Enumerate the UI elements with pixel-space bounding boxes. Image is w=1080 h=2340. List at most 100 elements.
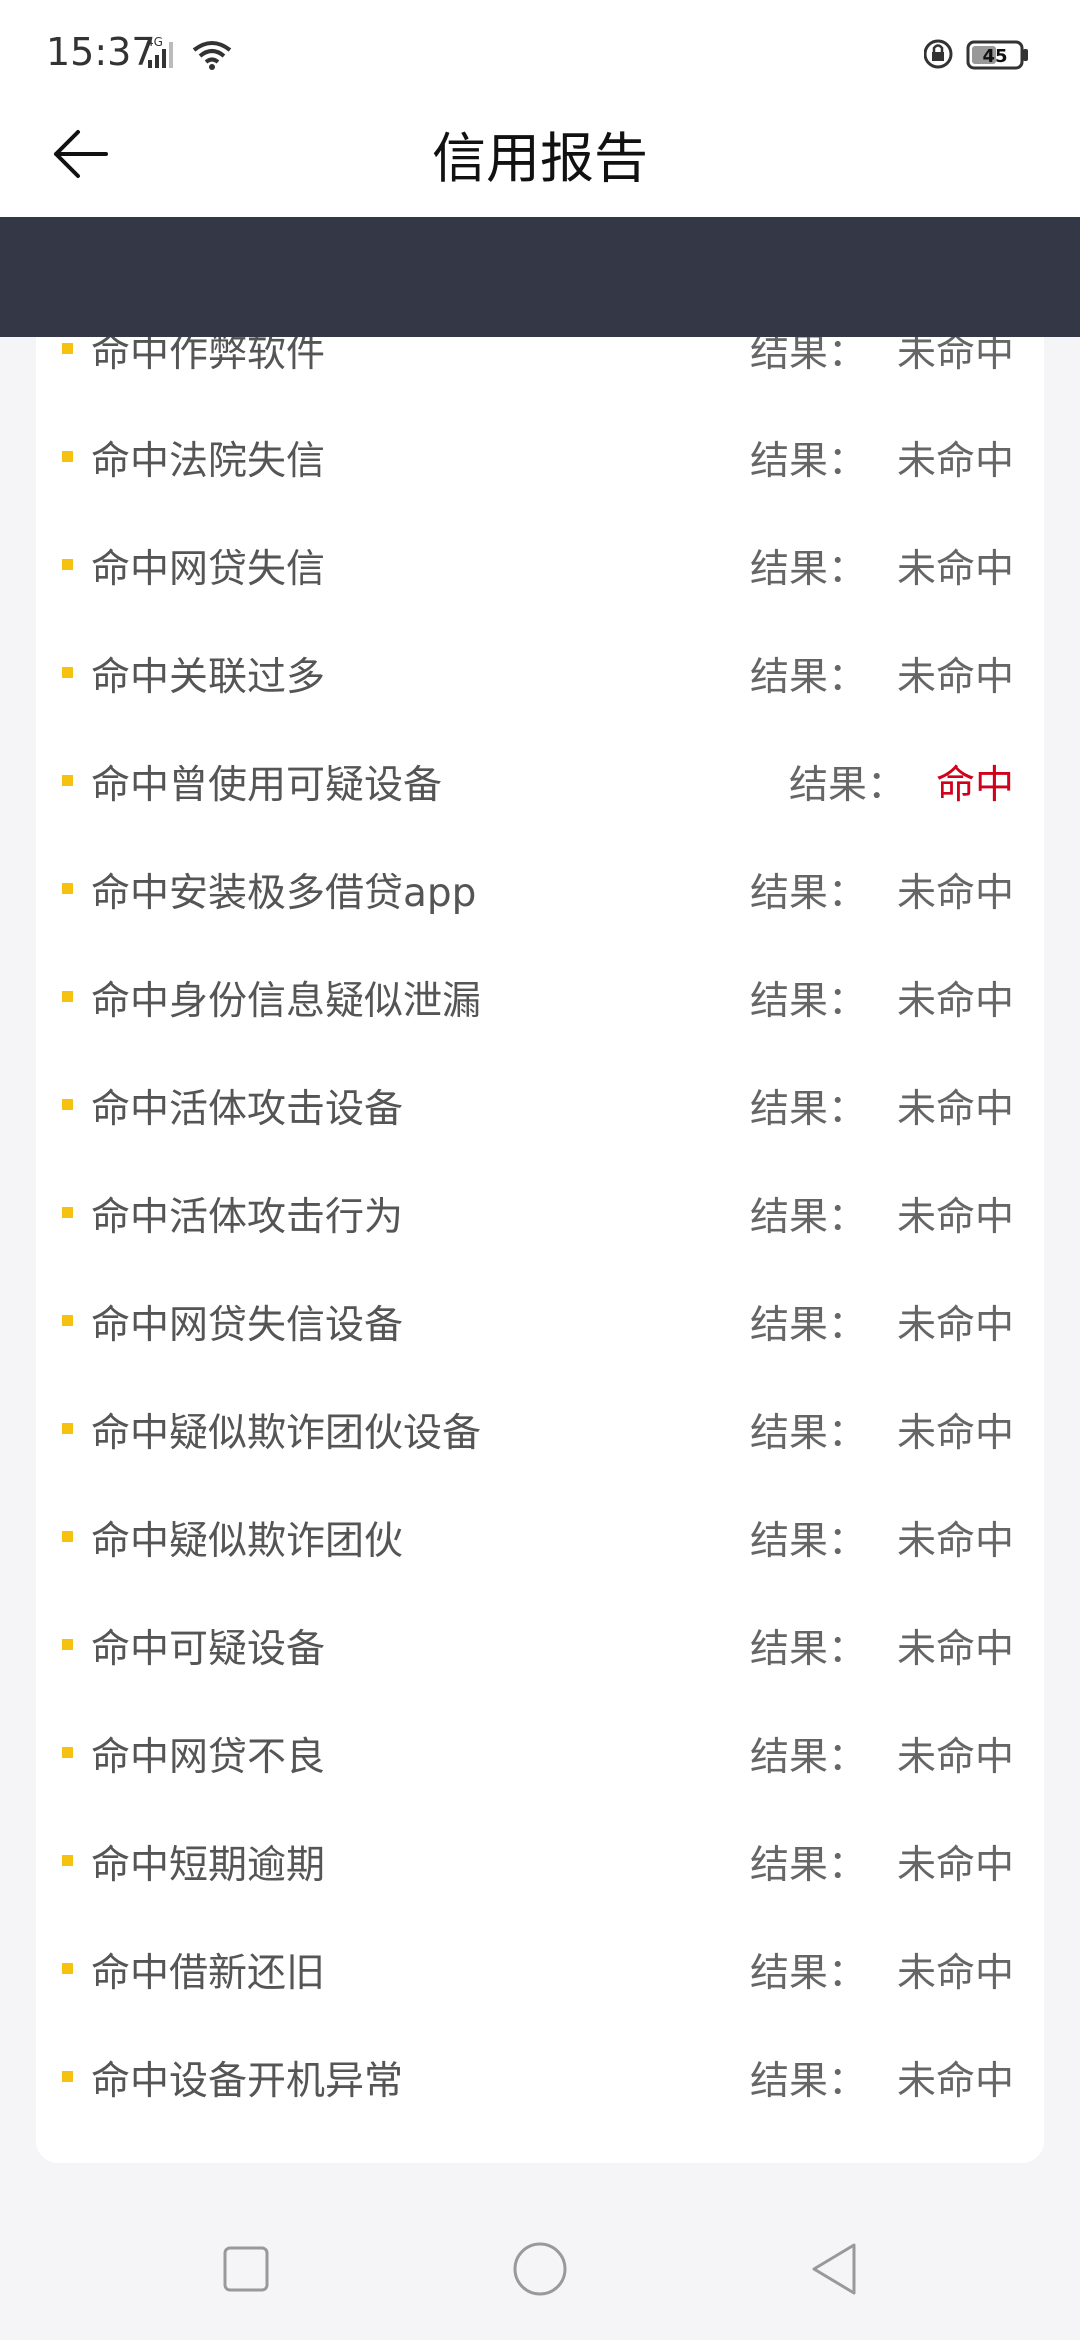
list-item: 命中关联过多 结果： 未命中 (36, 616, 1044, 724)
result-label: 结果： (749, 979, 867, 1024)
bullet-square-icon (62, 1963, 73, 1974)
item-result: 结果： 未命中 (750, 1078, 1014, 1134)
list-item: 命中身份信息疑似泄漏 结果： 未命中 (36, 940, 1044, 1048)
list-item: 命中疑似欺诈团伙 结果： 未命中 (36, 1480, 1044, 1588)
result-value: 未命中 (896, 1627, 1014, 1672)
bullet-square-icon (62, 559, 73, 570)
result-value: 未命中 (896, 331, 1014, 376)
list-item: 命中可疑设备 结果： 未命中 (36, 1588, 1044, 1696)
bullet-square-icon (62, 1099, 73, 1110)
list-item: 命中安装极多借贷app 结果： 未命中 (36, 832, 1044, 940)
battery-icon: 45 (923, 39, 1028, 70)
result-label: 结果： (749, 547, 867, 592)
item-label: 命中活体攻击设备 (91, 1087, 404, 1132)
item-label: 命中活体攻击行为 (91, 1195, 404, 1240)
status-right-group: 45 (923, 34, 1034, 74)
result-value: 未命中 (896, 979, 1014, 1024)
item-result: 结果： 未命中 (750, 2050, 1014, 2106)
item-result: 结果： 未命中 (750, 1942, 1014, 1998)
item-label: 命中法院失信 (91, 439, 326, 484)
item-result: 结果： 未命中 (750, 646, 1014, 702)
item-label: 命中安装极多借贷app (91, 871, 477, 916)
signal-icon: 4G (146, 35, 232, 70)
network-type: 4G (146, 35, 163, 49)
item-label: 命中网贷不良 (91, 1735, 326, 1780)
bullet-square-icon (62, 883, 73, 894)
result-value: 未命中 (896, 1087, 1014, 1132)
item-result: 结果： 未命中 (750, 862, 1014, 918)
item-label: 命中网贷失信 (91, 547, 326, 592)
bullet-square-icon (62, 1531, 73, 1542)
item-label: 命中疑似欺诈团伙 (91, 1519, 404, 1564)
app-bar: 信用报告 (0, 100, 1080, 217)
result-value: 未命中 (896, 2059, 1014, 2104)
signal-wifi-group: 4G (146, 34, 236, 74)
list-item: 命中活体攻击设备 结果： 未命中 (36, 1048, 1044, 1156)
item-label: 命中借新还旧 (91, 1951, 326, 1996)
result-label: 结果： (749, 1303, 867, 1348)
list-item: 命中网贷失信 结果： 未命中 (36, 508, 1044, 616)
list-item: 命中网贷不良 结果： 未命中 (36, 1696, 1044, 1804)
result-label: 结果： (749, 1843, 867, 1888)
list-item: 命中疑似欺诈团伙设备 结果： 未命中 (36, 1372, 1044, 1480)
result-list: 命中作弊软件 结果： 未命中 命中法院失信 结果： 未命中 命中网贷失信 结果： 未命中 命中关联… (36, 292, 1044, 2128)
list-item: 命中设备开机异常 结果： 未命中 (36, 2020, 1044, 2128)
list-item: 命中短期逾期 结果： 未命中 (36, 1804, 1044, 1912)
result-label: 结果： (749, 655, 867, 700)
result-value: 未命中 (896, 547, 1014, 592)
page-title: 信用报告 (432, 127, 648, 190)
result-label: 结果： (749, 331, 867, 376)
result-label: 结果： (749, 871, 867, 916)
bullet-square-icon (62, 1855, 73, 1866)
result-value: 未命中 (896, 1843, 1014, 1888)
bullet-square-icon (62, 2071, 73, 2082)
bullet-square-icon (62, 1747, 73, 1758)
back-button[interactable] (40, 114, 120, 194)
result-label: 结果： (749, 1411, 867, 1456)
item-result: 结果： 未命中 (750, 1726, 1014, 1782)
back-arrow-icon (54, 130, 108, 178)
item-label: 命中关联过多 (91, 655, 326, 700)
item-result: 结果： 未命中 (750, 1294, 1014, 1350)
list-item: 命中活体攻击行为 结果： 未命中 (36, 1156, 1044, 1264)
triangle-back-icon (812, 2243, 856, 2295)
bullet-square-icon (62, 667, 73, 678)
result-value: 未命中 (896, 1951, 1014, 1996)
system-nav-bar (0, 2198, 1080, 2340)
result-label: 结果： (749, 1087, 867, 1132)
result-label: 结果： (749, 1951, 867, 1996)
item-result: 结果： 未命中 (750, 1834, 1014, 1890)
result-value: 未命中 (896, 1195, 1014, 1240)
square-icon (223, 2246, 269, 2292)
list-item: 命中曾使用可疑设备 结果： 命中 (36, 724, 1044, 832)
recent-apps-button[interactable] (206, 2234, 286, 2304)
item-label: 命中网贷失信设备 (91, 1303, 404, 1348)
lock-rotation-icon (923, 39, 953, 69)
bullet-square-icon (62, 451, 73, 462)
dark-banner (0, 217, 1080, 337)
circle-icon (513, 2242, 567, 2296)
item-result: 结果： 未命中 (750, 538, 1014, 594)
result-value: 未命中 (896, 871, 1014, 916)
result-value: 未命中 (896, 439, 1014, 484)
result-value: 未命中 (896, 1519, 1014, 1564)
result-value: 未命中 (896, 1303, 1014, 1348)
bullet-square-icon (62, 1639, 73, 1650)
item-result: 结果： 未命中 (750, 430, 1014, 486)
list-item: 命中网贷失信设备 结果： 未命中 (36, 1264, 1044, 1372)
bullet-square-icon (62, 1423, 73, 1434)
item-result: 结果： 未命中 (750, 970, 1014, 1026)
bullet-square-icon (62, 775, 73, 786)
item-result: 结果： 未命中 (750, 1402, 1014, 1458)
back-nav-button[interactable] (794, 2234, 874, 2304)
result-value: 未命中 (896, 1735, 1014, 1780)
result-value: 命中 (935, 763, 1014, 808)
item-label: 命中身份信息疑似泄漏 (91, 979, 482, 1024)
item-label: 命中设备开机异常 (91, 2059, 404, 2104)
item-result: 结果： 未命中 (750, 1510, 1014, 1566)
home-button[interactable] (500, 2234, 580, 2304)
item-label: 命中短期逾期 (91, 1843, 326, 1888)
battery-level: 45 (982, 46, 1007, 67)
result-value: 未命中 (896, 1411, 1014, 1456)
item-result: 结果： 未命中 (750, 1618, 1014, 1674)
